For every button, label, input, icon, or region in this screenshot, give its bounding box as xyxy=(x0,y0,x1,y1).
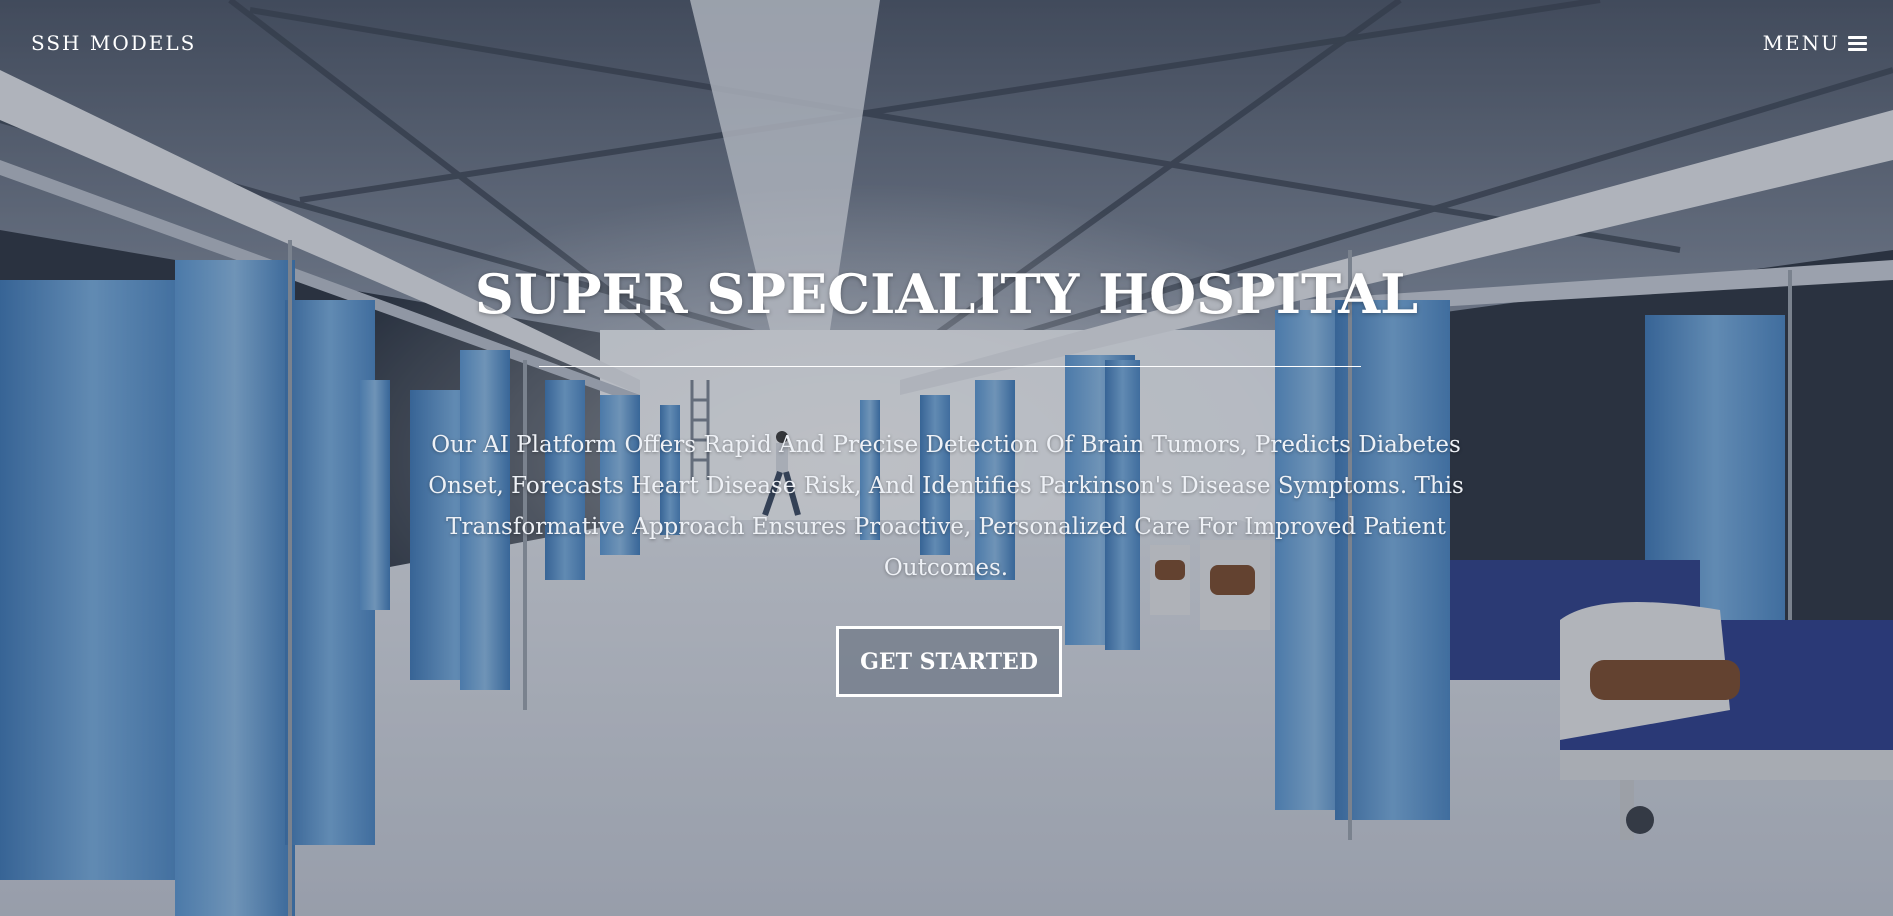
menu-button[interactable]: MENU xyxy=(1763,31,1867,55)
title-divider xyxy=(539,366,1361,367)
hero-description: Our AI Platform Offers Rapid And Precise… xyxy=(428,432,1464,581)
get-started-button[interactable]: GET STARTED xyxy=(836,626,1062,697)
hero-section: SSH MODELS MENU SUPER SPECIALITY HOSPITA… xyxy=(0,0,1893,916)
menu-label: MENU xyxy=(1762,31,1840,55)
brand-logo-link[interactable]: SSH MODELS xyxy=(31,31,196,55)
page-title: SUPER SPECIALITY HOSPITAL xyxy=(474,262,1419,326)
hamburger-menu-icon xyxy=(1848,35,1867,51)
